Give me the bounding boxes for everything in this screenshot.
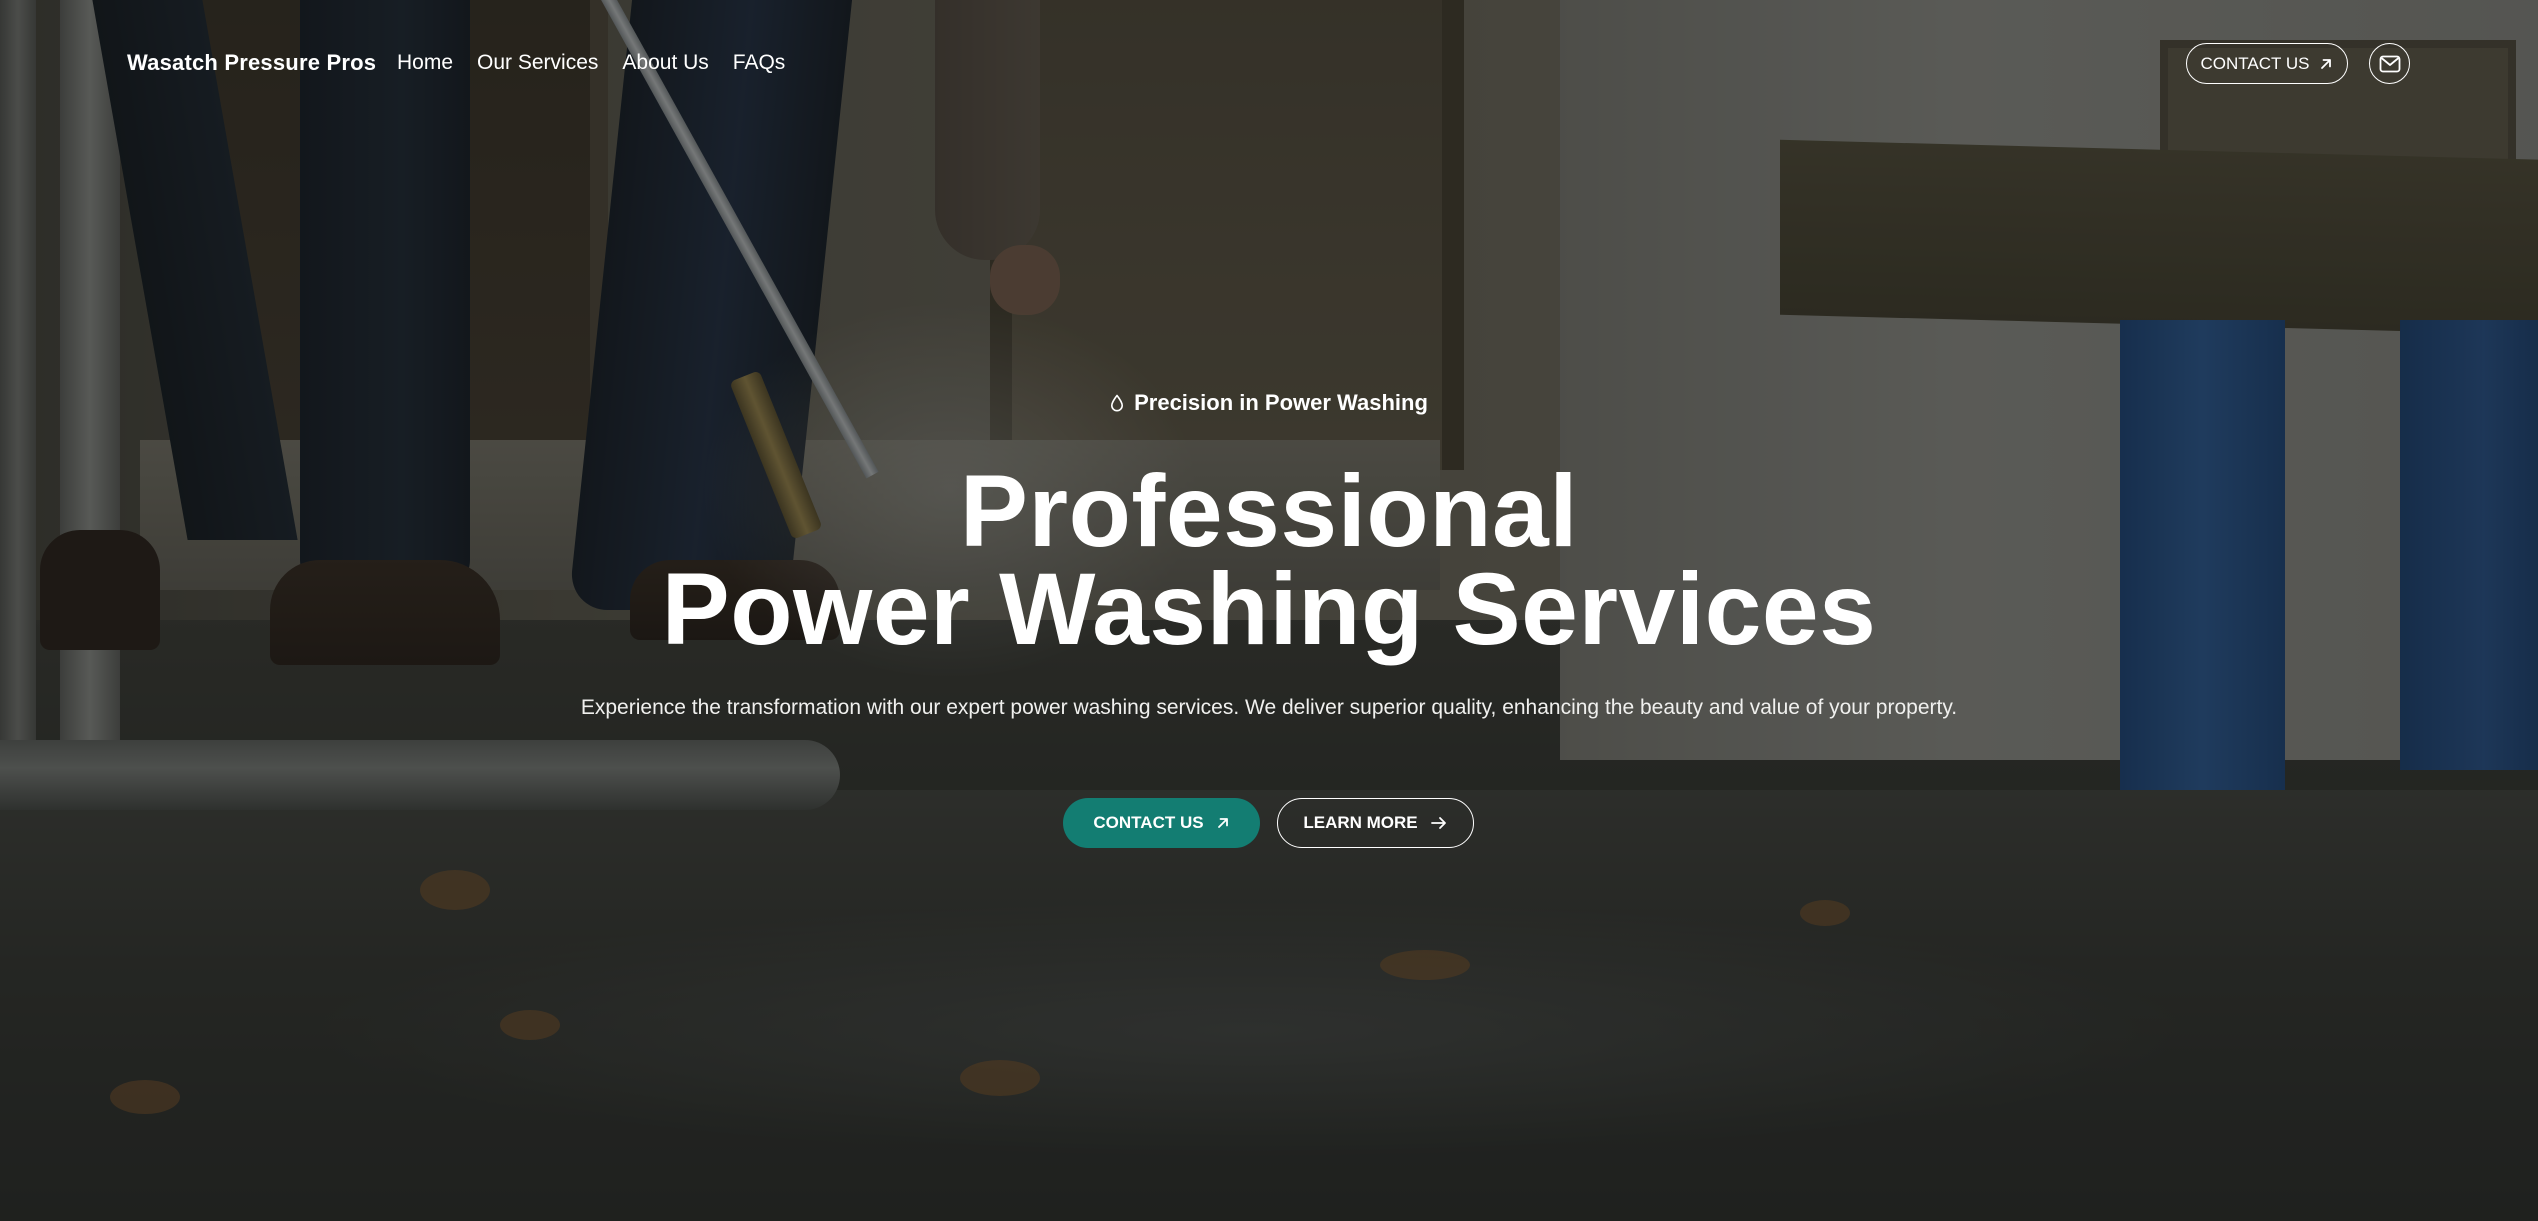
arrow-up-right-icon [2319, 57, 2333, 71]
arrow-right-icon [1430, 816, 1448, 830]
header-contact-label: CONTACT US [2200, 53, 2310, 73]
hero-title: Professional Power Washing Services [0, 454, 2538, 666]
nav-link-faqs[interactable]: FAQs [733, 51, 786, 75]
header-mail-button[interactable] [2369, 43, 2410, 84]
nav-link-home[interactable]: Home [397, 51, 453, 75]
brand-logo-text[interactable]: Wasatch Pressure Pros [127, 50, 376, 76]
nav-link-about-us[interactable]: About Us [622, 51, 708, 75]
mail-icon [2379, 55, 2401, 73]
hero-cta-row: CONTACT US LEARN MORE [1063, 798, 1474, 848]
hero-subtitle: Experience the transformation with our e… [580, 696, 1958, 719]
hero-eyebrow: Precision in Power Washing [0, 390, 2538, 416]
site-header: Wasatch Pressure Pros Home Our Services … [0, 0, 2538, 130]
hero-learn-more-button[interactable]: LEARN MORE [1277, 798, 1474, 848]
hero-contact-us-label: CONTACT US [1093, 813, 1204, 832]
page: Wasatch Pressure Pros Home Our Services … [0, 0, 2538, 1221]
hero-title-line-2: Power Washing Services [661, 552, 1877, 666]
main-nav: Home Our Services About Us FAQs [397, 51, 809, 75]
hero-learn-more-label: LEARN MORE [1303, 813, 1418, 832]
arrow-up-right-icon [1216, 816, 1230, 830]
water-drop-icon [1110, 394, 1124, 412]
hero-title-line-1: Professional [959, 454, 1579, 568]
header-contact-button[interactable]: CONTACT US [2186, 43, 2348, 84]
hero-eyebrow-text: Precision in Power Washing [1134, 390, 1428, 415]
nav-link-our-services[interactable]: Our Services [477, 51, 598, 75]
hero-contact-us-button[interactable]: CONTACT US [1063, 798, 1260, 848]
